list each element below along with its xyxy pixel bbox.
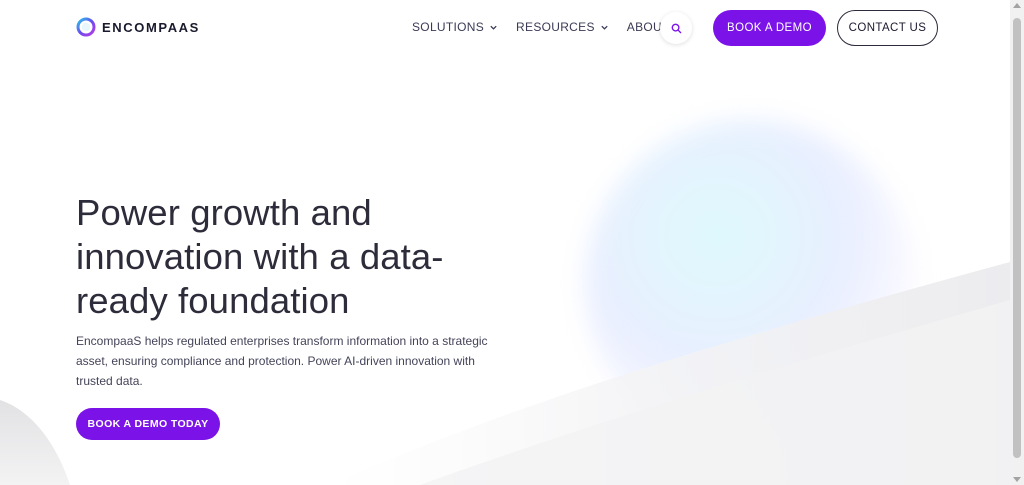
nav-item-solutions[interactable]: SOLUTIONS	[412, 20, 498, 34]
page-scrollbar[interactable]	[1010, 0, 1024, 485]
contact-us-button[interactable]: CONTACT US	[837, 10, 938, 46]
chevron-down-icon	[490, 25, 497, 30]
chevron-down-icon	[601, 25, 608, 30]
scroll-up-arrow-icon[interactable]	[1013, 3, 1021, 8]
page: ENCOMPAAS SOLUTIONS RESOURCES ABOUT BOOK…	[0, 0, 1024, 485]
book-demo-button[interactable]: BOOK A DEMO	[713, 10, 826, 46]
search-icon	[671, 23, 681, 33]
site-header: ENCOMPAAS SOLUTIONS RESOURCES ABOUT BOOK…	[0, 0, 1010, 56]
nav-item-resources[interactable]: RESOURCES	[516, 20, 609, 34]
hero-title: Power growth and innovation with a data-…	[76, 192, 444, 321]
nav-item-label: RESOURCES	[516, 20, 595, 34]
scroll-down-arrow-icon[interactable]	[1013, 477, 1021, 482]
hero-background-glow	[585, 120, 915, 450]
encompaas-ring-logo-icon	[76, 17, 96, 37]
brand-logo[interactable]: ENCOMPAAS	[76, 17, 200, 37]
book-demo-today-button[interactable]: BOOK A DEMO TODAY	[76, 408, 220, 440]
scrollbar-thumb[interactable]	[1013, 18, 1021, 458]
main-nav: SOLUTIONS RESOURCES ABOUT	[412, 20, 684, 34]
hero-description: EncompaaS helps regulated enterprises tr…	[76, 334, 488, 388]
search-button[interactable]	[660, 12, 692, 44]
brand-name: ENCOMPAAS	[102, 19, 200, 35]
nav-item-label: SOLUTIONS	[412, 20, 485, 34]
